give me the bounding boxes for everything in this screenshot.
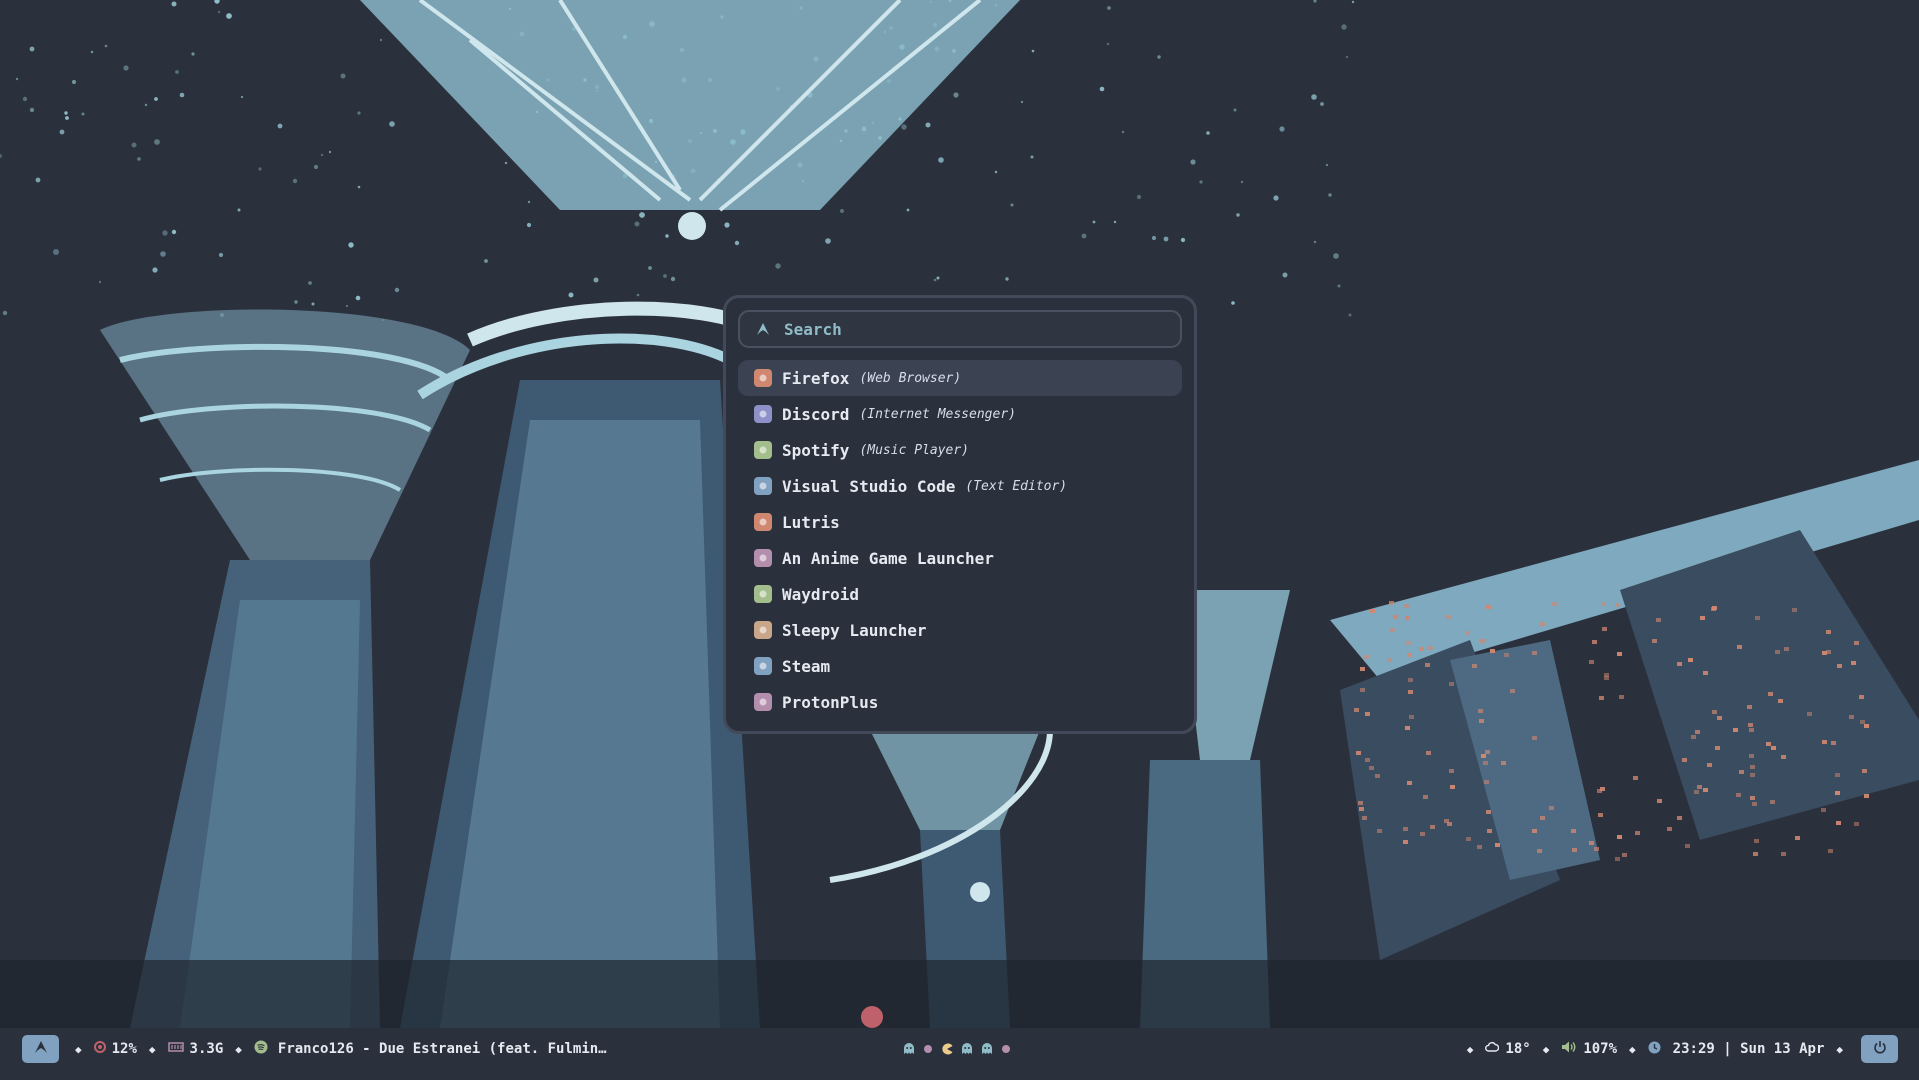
separator-diamond: ◆ (1836, 1042, 1843, 1056)
app-list: Firefox (Web Browser) Discord (Internet Mes… (738, 360, 1182, 720)
ghost-icon[interactable] (981, 1043, 993, 1055)
dot-icon[interactable] (923, 1044, 933, 1054)
app-description: (Web Browser) (859, 370, 962, 386)
memory-usage: 3.3G (189, 1041, 224, 1057)
vscode-icon (754, 477, 772, 495)
sleepy-launcher-icon (754, 621, 772, 639)
pacman-icon[interactable] (941, 1043, 953, 1055)
separator-diamond: ◆ (148, 1042, 156, 1056)
clock-module[interactable]: 23:29 | Sun 13 Apr (1648, 1041, 1825, 1058)
cpu-icon (93, 1041, 106, 1057)
app-item-protonplus[interactable]: ProtonPlus (738, 684, 1182, 720)
cpu-module[interactable]: 12% (93, 1041, 137, 1057)
app-name: Waydroid (782, 584, 860, 604)
memory-icon (167, 1041, 184, 1057)
app-description: (Internet Messenger) (859, 406, 1016, 422)
separator-diamond: ◆ (235, 1042, 242, 1056)
app-item-visual-studio-code[interactable]: Visual Studio Code (Text Editor) (738, 468, 1182, 504)
separator-diamond: ◆ (1629, 1042, 1636, 1056)
dot-icon[interactable] (1001, 1044, 1011, 1054)
spotify-icon (754, 441, 772, 459)
separator-diamond: ◆ (1542, 1042, 1550, 1056)
arch-logo-icon (756, 322, 770, 336)
right-modules: ◆ 18° ◆ 107% ◆ 23:29 | Sun 13 Apr ◆ (1455, 1028, 1919, 1070)
volume-icon (1561, 1040, 1577, 1058)
app-name: Sleepy Launcher (782, 620, 927, 640)
app-description: (Text Editor) (965, 478, 1068, 494)
separator-diamond: ◆ (75, 1042, 82, 1056)
app-name: Steam (782, 656, 831, 676)
workspaces (903, 1028, 1011, 1070)
cloud-icon (1485, 1041, 1500, 1057)
arch-menu-button[interactable] (22, 1035, 59, 1063)
app-item-an-anime-game-launcher[interactable]: An Anime Game Launcher (738, 540, 1182, 576)
memory-module[interactable]: 3.3G (167, 1041, 224, 1057)
app-name: Visual Studio Code (782, 476, 956, 496)
waydroid-icon (754, 585, 772, 603)
clock-icon (1648, 1041, 1661, 1058)
app-launcher: Search Firefox (Web Browser) Discord (Inter… (723, 295, 1197, 734)
app-item-firefox[interactable]: Firefox (Web Browser) (738, 360, 1182, 396)
app-item-discord[interactable]: Discord (Internet Messenger) (738, 396, 1182, 432)
app-description: (Music Player) (859, 442, 970, 458)
app-name: Lutris (782, 512, 840, 532)
weather-module[interactable]: 18° (1485, 1041, 1531, 1057)
spotify-icon (254, 1040, 268, 1058)
clock-datetime: 23:29 | Sun 13 Apr (1672, 1041, 1825, 1057)
media-module[interactable]: Franco126 - Due Estranei (feat. Fulmin… (254, 1040, 607, 1058)
lutris-icon (754, 513, 772, 531)
media-title: Franco126 - Due Estranei (feat. Fulmin… (277, 1041, 607, 1057)
steam-icon (754, 657, 772, 675)
bar-bottom-strip (0, 1070, 1919, 1080)
power-icon (1873, 1040, 1887, 1058)
app-item-steam[interactable]: Steam (738, 648, 1182, 684)
protonplus-icon (754, 693, 772, 711)
ghost-icon[interactable] (961, 1043, 973, 1055)
weather-temperature: 18° (1505, 1041, 1531, 1057)
power-button[interactable] (1861, 1035, 1898, 1063)
ghost-icon[interactable] (903, 1043, 915, 1055)
app-name: ProtonPlus (782, 692, 879, 712)
search-input[interactable]: Search (738, 310, 1182, 348)
volume-module[interactable]: 107% (1561, 1040, 1617, 1058)
app-item-waydroid[interactable]: Waydroid (738, 576, 1182, 612)
separator-diamond: ◆ (1466, 1042, 1474, 1056)
search-placeholder: Search (784, 319, 842, 339)
app-item-sleepy-launcher[interactable]: Sleepy Launcher (738, 612, 1182, 648)
arch-logo-icon (34, 1040, 48, 1058)
app-item-lutris[interactable]: Lutris (738, 504, 1182, 540)
volume-level: 107% (1583, 1041, 1618, 1057)
app-item-spotify[interactable]: Spotify (Music Player) (738, 432, 1182, 468)
anime-game-launcher-icon (754, 549, 772, 567)
app-name: Spotify (782, 440, 850, 460)
app-name: Firefox (782, 368, 850, 388)
cpu-usage: 12% (111, 1041, 137, 1057)
app-name: Discord (782, 404, 850, 424)
status-bar: ◆ 12% ◆ 3.3G ◆ Franco126 - Due Estranei … (0, 1028, 1919, 1070)
discord-icon (754, 405, 772, 423)
app-name: An Anime Game Launcher (782, 548, 994, 568)
firefox-icon (754, 369, 772, 387)
